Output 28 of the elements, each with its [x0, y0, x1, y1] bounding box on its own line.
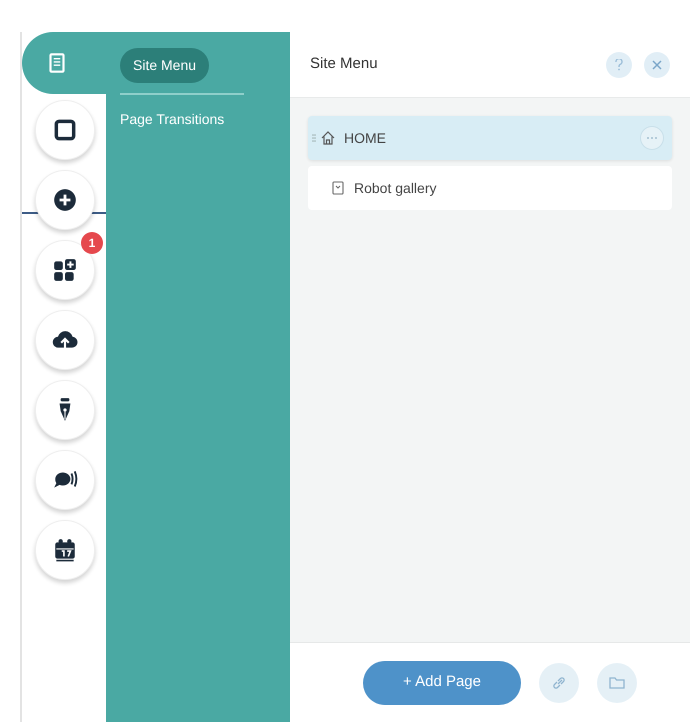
- link-icon: [551, 674, 567, 690]
- close-icon: [652, 60, 662, 70]
- rail-button[interactable]: [35, 520, 95, 580]
- submenu-item[interactable]: Page Transitions: [120, 105, 224, 134]
- page-label: Robot gallery: [354, 178, 438, 198]
- drag-handle-icon: [312, 134, 316, 142]
- rail-button[interactable]: [35, 380, 95, 440]
- page-icon: [332, 181, 344, 195]
- page-item[interactable]: HOME: [308, 116, 672, 160]
- page-label: HOME: [344, 128, 387, 148]
- close-button[interactable]: [644, 52, 670, 78]
- rail-button[interactable]: [35, 240, 95, 300]
- panel-title: Site Menu: [310, 54, 379, 74]
- square-icon: [52, 117, 78, 143]
- rail-tab[interactable]: [22, 32, 106, 94]
- rail-button[interactable]: [35, 100, 95, 160]
- rail-button[interactable]: [35, 170, 95, 230]
- notification-badge: 1: [81, 232, 103, 254]
- apps-icon: [52, 257, 78, 283]
- rail-button[interactable]: [35, 310, 95, 370]
- home-icon: [320, 130, 336, 146]
- page-item[interactable]: Robot gallery: [308, 166, 672, 210]
- question-icon: [615, 58, 623, 70]
- add-page-button[interactable]: + Add Page: [363, 660, 521, 704]
- submenu-item[interactable]: Site Menu: [120, 48, 210, 83]
- rail-button[interactable]: [35, 450, 95, 510]
- folder-icon: [609, 676, 625, 690]
- plus-icon: [52, 187, 78, 213]
